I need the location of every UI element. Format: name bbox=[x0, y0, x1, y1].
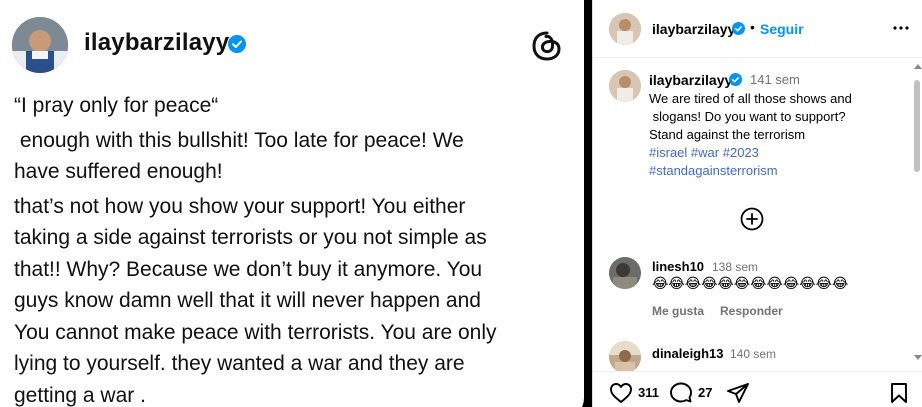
comment-username[interactable]: linesh10 bbox=[652, 259, 704, 274]
divider bbox=[584, 0, 592, 407]
caption-line: We are tired of all those shows and bbox=[649, 91, 852, 106]
share-icon[interactable] bbox=[726, 382, 750, 407]
avatar[interactable] bbox=[609, 70, 641, 102]
comment-bubble-icon[interactable] bbox=[669, 382, 693, 407]
heart-icon[interactable] bbox=[609, 382, 633, 407]
post-paragraph: “I pray only for peace“ bbox=[14, 94, 219, 117]
scrollbar-thumb[interactable] bbox=[914, 80, 920, 172]
hashtag-link[interactable]: #standagainsterrorism bbox=[649, 163, 778, 178]
like-count[interactable]: 311 bbox=[638, 385, 659, 400]
verified-badge-icon bbox=[228, 35, 246, 58]
post-username: ilaybarzilayy bbox=[84, 29, 230, 56]
post-paragraph: enough with this bullshit! Too late for … bbox=[14, 128, 464, 184]
hashtag-line: #israel #war #2023 bbox=[649, 144, 899, 162]
avatar[interactable] bbox=[609, 13, 641, 45]
post-sidebar: ilaybarzilayy • Seguir ilaybarzilayy 141… bbox=[592, 0, 922, 407]
comment-timestamp[interactable]: 138 sem bbox=[712, 260, 758, 274]
comment-text: 😂😂😂😂😂😂😂😂😂😂😂😂 bbox=[652, 275, 849, 291]
bookmark-icon[interactable] bbox=[889, 382, 909, 407]
threads-screenshot: ilaybarzilayy “I pray only for peace“ en… bbox=[0, 0, 584, 407]
like-comment-button[interactable]: Me gusta bbox=[652, 304, 704, 318]
comment-username[interactable]: dinaleigh13 bbox=[652, 346, 724, 361]
post-image[interactable]: ilaybarzilayy “I pray only for peace“ en… bbox=[0, 0, 590, 407]
avatar[interactable] bbox=[609, 257, 641, 289]
avatar bbox=[12, 17, 68, 73]
scrollbar[interactable] bbox=[911, 60, 922, 370]
instagram-post-modal: ilaybarzilayy “I pray only for peace“ en… bbox=[0, 0, 922, 407]
hashtag-link[interactable]: #israel bbox=[649, 145, 687, 160]
comment-actions: Me gusta Responder bbox=[652, 304, 799, 318]
scroll-down-arrow[interactable] bbox=[914, 355, 922, 360]
follow-button[interactable]: Seguir bbox=[760, 21, 804, 37]
caption-username[interactable]: ilaybarzilayy bbox=[649, 72, 732, 88]
avatar[interactable] bbox=[609, 341, 641, 371]
post-header: ilaybarzilayy • Seguir bbox=[593, 0, 922, 58]
post-text: “I pray only for peace“ enough with this… bbox=[14, 90, 574, 407]
hashtag-line: #standagainsterrorism bbox=[649, 162, 899, 180]
plus-circle-icon[interactable] bbox=[740, 207, 764, 231]
caption-line: slogans! Do you want to support? bbox=[649, 109, 846, 124]
hashtag-link[interactable]: #2023 bbox=[723, 145, 759, 160]
caption-text: We are tired of all those shows and slog… bbox=[649, 90, 899, 180]
comment-count[interactable]: 27 bbox=[698, 385, 712, 400]
threads-logo-icon bbox=[530, 29, 564, 68]
comments-area[interactable]: ilaybarzilayy 141 sem We are tired of al… bbox=[593, 59, 922, 371]
header-username[interactable]: ilaybarzilayy bbox=[652, 21, 735, 37]
verified-badge-icon bbox=[729, 73, 742, 91]
caption-timestamp[interactable]: 141 sem bbox=[750, 72, 800, 87]
separator-dot: • bbox=[750, 19, 755, 35]
scroll-up-arrow[interactable] bbox=[914, 64, 922, 69]
caption-line: Stand against the terrorism bbox=[649, 127, 806, 142]
more-options-icon[interactable] bbox=[889, 16, 913, 40]
comment-timestamp[interactable]: 140 sem bbox=[730, 347, 776, 361]
verified-badge-icon bbox=[732, 22, 745, 40]
action-bar: 311 27 bbox=[593, 371, 922, 407]
hashtag-link[interactable]: #war bbox=[691, 145, 719, 160]
reply-button[interactable]: Responder bbox=[720, 304, 783, 318]
post-paragraph: that’s not how you show your support! Yo… bbox=[14, 194, 497, 407]
